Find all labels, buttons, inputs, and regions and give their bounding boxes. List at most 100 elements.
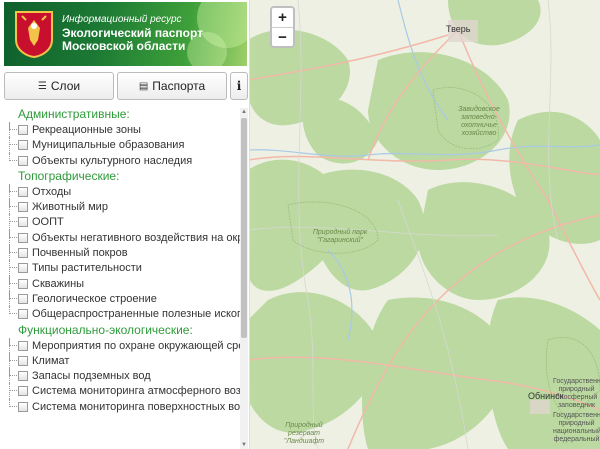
layer-item[interactable]: Скважины [4, 275, 240, 291]
section-title: Топографические: [18, 168, 120, 183]
layer-item[interactable]: Типы растительности [4, 260, 240, 276]
layer-label: Муниципальные образования [32, 139, 185, 152]
tree-connector [9, 398, 17, 407]
map-label-gagarinsky: Природный парк "Гагаринский" [312, 229, 368, 244]
tree-connector [9, 260, 17, 269]
map-view[interactable]: Тверь Завидовское заповедно-охотничье хо… [248, 0, 600, 449]
scroll-up-icon[interactable]: ▲ [240, 108, 248, 116]
header-subtitle: Информационный ресурс [62, 14, 182, 25]
document-icon: ▤ [138, 80, 149, 92]
layer-label: Система мониторинга атмосферного возд [32, 385, 240, 398]
layer-item[interactable]: Система мониторинга атмосферного возд [4, 383, 240, 399]
tree-connector [9, 290, 17, 299]
moscow-region-crest-icon [15, 11, 53, 58]
layer-checkbox[interactable] [18, 217, 28, 228]
layer-checkbox[interactable] [18, 386, 28, 397]
layer-checkbox[interactable] [18, 278, 28, 289]
layers-button-label: Слои [50, 79, 81, 93]
scroll-thumb[interactable] [241, 118, 247, 338]
layer-item[interactable]: Геологическое строение [4, 290, 240, 307]
list-icon: ☰ [37, 80, 47, 92]
layer-checkbox[interactable] [18, 202, 28, 213]
layer-label: Почвенный покров [32, 247, 128, 260]
layer-label: Система мониторинга поверхностных вод [32, 400, 240, 413]
layer-label: Климат [32, 354, 70, 367]
passports-button-label: Паспорта [152, 79, 206, 93]
layers-button[interactable]: ☰ Слои [4, 72, 114, 100]
layer-checkbox[interactable] [18, 263, 28, 274]
layer-item[interactable]: Рекреационные зоны [4, 122, 240, 138]
layer-checkbox[interactable] [18, 293, 28, 304]
passports-button[interactable]: ▤ Паспорта [117, 72, 227, 100]
map-label-zavidovo: Завидовское заповедно-охотничье хозяйств… [458, 106, 500, 137]
layer-item[interactable]: Животный мир [4, 199, 240, 215]
tree-connector [9, 245, 17, 254]
tree-connector [9, 352, 17, 361]
layer-item[interactable]: Объекты негативного воздействия на окр [4, 229, 240, 246]
layer-label: Типы растительности [32, 262, 142, 275]
tree-connector [9, 275, 17, 284]
layer-checkbox[interactable] [18, 248, 28, 259]
zoom-control: + − [270, 6, 295, 48]
tree-connector [9, 152, 17, 161]
layer-label: Геологическое строение [32, 292, 157, 305]
tree-connector [9, 337, 17, 346]
tree-connector [9, 214, 17, 223]
layer-item[interactable]: Климат [4, 352, 240, 369]
map-label-reserve: Природный резерват "Ландшафт [283, 422, 325, 445]
layer-label: Рекреационные зоны [32, 124, 141, 136]
layer-item[interactable]: Почвенный покров [4, 245, 240, 261]
tree-scrollbar[interactable]: ▲ ▼ [240, 108, 248, 449]
scroll-down-icon[interactable]: ▼ [240, 441, 248, 449]
map-label-gos-park: Государственный природный национальный ф… [553, 412, 600, 443]
tree-connector [9, 137, 17, 146]
header-title: Экологический паспорт Московской области [62, 27, 203, 53]
layer-item[interactable]: Система мониторинга поверхностных вод [4, 398, 240, 414]
sidebar: Информационный ресурс Экологический пасп… [0, 0, 250, 449]
layer-checkbox[interactable] [18, 232, 28, 243]
layer-label: Запасы подземных вод [32, 370, 151, 383]
layer-item[interactable]: Общераспространенные полезные ископ [4, 306, 240, 321]
layer-item[interactable]: Объекты культурного наследия [4, 152, 240, 168]
tree-connector [9, 122, 17, 130]
layer-checkbox[interactable] [18, 309, 28, 320]
tree-connector [9, 383, 17, 392]
layer-checkbox[interactable] [18, 186, 28, 197]
layer-checkbox[interactable] [18, 401, 28, 412]
layer-checkbox[interactable] [18, 340, 28, 351]
map-label-tver: Тверь [446, 24, 471, 34]
layer-item[interactable]: Отходы [4, 183, 240, 200]
tree-connector [9, 229, 17, 238]
layer-checkbox[interactable] [18, 140, 28, 151]
zoom-in-button[interactable]: + [272, 8, 293, 27]
tree-connector [9, 368, 17, 377]
layer-checkbox[interactable] [18, 125, 28, 135]
layer-item[interactable]: Запасы подземных вод [4, 368, 240, 384]
layer-checkbox[interactable] [18, 371, 28, 382]
app-header: Информационный ресурс Экологический пасп… [4, 2, 247, 66]
layer-checkbox[interactable] [18, 355, 28, 366]
layer-item[interactable]: Муниципальные образования [4, 137, 240, 153]
layer-tree: Административные: Рекреационные зоны Муниц… [4, 106, 240, 449]
zoom-out-button[interactable]: − [272, 27, 293, 46]
layer-label: Объекты негативного воздействия на окр [32, 231, 240, 244]
layer-label: Отходы [32, 185, 72, 198]
layer-label: Животный мир [32, 201, 108, 214]
tree-connector [9, 306, 17, 315]
header-title-line2: Московской области [62, 39, 186, 53]
tree-connector [9, 183, 17, 192]
layer-label: Общераспространенные полезные ископ [32, 308, 240, 321]
section-title: Административные: [18, 107, 130, 121]
layer-item[interactable]: Мероприятия по охране окружающей сре [4, 337, 240, 353]
layer-checkbox[interactable] [18, 155, 28, 166]
layer-label: Объекты культурного наследия [32, 154, 193, 167]
info-button[interactable]: i [230, 72, 248, 100]
layer-item[interactable]: ООПТ [4, 214, 240, 230]
layer-label: Скважины [32, 277, 85, 290]
layer-label: Мероприятия по охране окружающей сре [32, 339, 240, 352]
map-label-gos-reserve: Государственный природный биосферный зап… [553, 378, 600, 409]
map-tiles [248, 0, 600, 449]
layer-label: ООПТ [32, 216, 64, 229]
section-title: Функционально-экологические: [18, 322, 193, 337]
tree-connector [9, 199, 17, 208]
